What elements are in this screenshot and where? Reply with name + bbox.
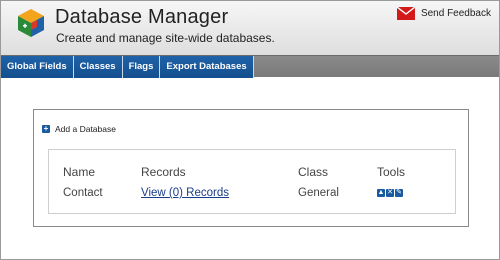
send-feedback-link[interactable]: Send Feedback [396,7,491,20]
database-panel: + Add a Database Name Records Class Tool… [33,109,469,227]
plus-icon: + [42,124,50,133]
edit-icon[interactable]: ✎ [395,189,403,197]
app-title: Database Manager [55,6,229,28]
move-up-icon[interactable]: ▲ [377,189,385,197]
add-database-link[interactable]: + Add a Database [42,124,116,134]
column-header-class: Class [298,165,329,179]
column-header-name: Name [63,165,96,179]
tab-classes[interactable]: Classes [73,56,123,78]
tab-export-databases[interactable]: Export Databases [160,56,254,78]
database-cube-logo-icon [18,9,44,37]
column-header-records: Records [141,165,186,179]
nav-bar: Global Fields Classes Flags Export Datab… [1,55,499,78]
tab-global-fields[interactable]: Global Fields [1,56,74,78]
header: Database Manager Create and manage site-… [1,1,499,55]
row-tools: ▲ ✕ ✎ [377,189,403,197]
tab-flags[interactable]: Flags [122,56,161,78]
add-database-label: Add a Database [55,124,116,134]
database-table: Name Records Class Tools Contact View (0… [48,149,456,214]
mail-icon [396,7,415,20]
row-name: Contact [63,187,103,199]
delete-icon[interactable]: ✕ [386,189,394,197]
send-feedback-label: Send Feedback [420,8,491,19]
view-records-link[interactable]: View (0) Records [141,187,229,199]
row-class: General [298,187,339,199]
app-subtitle: Create and manage site-wide databases. [56,31,275,45]
column-header-tools: Tools [377,165,406,179]
app-window: Database Manager Create and manage site-… [0,0,500,260]
